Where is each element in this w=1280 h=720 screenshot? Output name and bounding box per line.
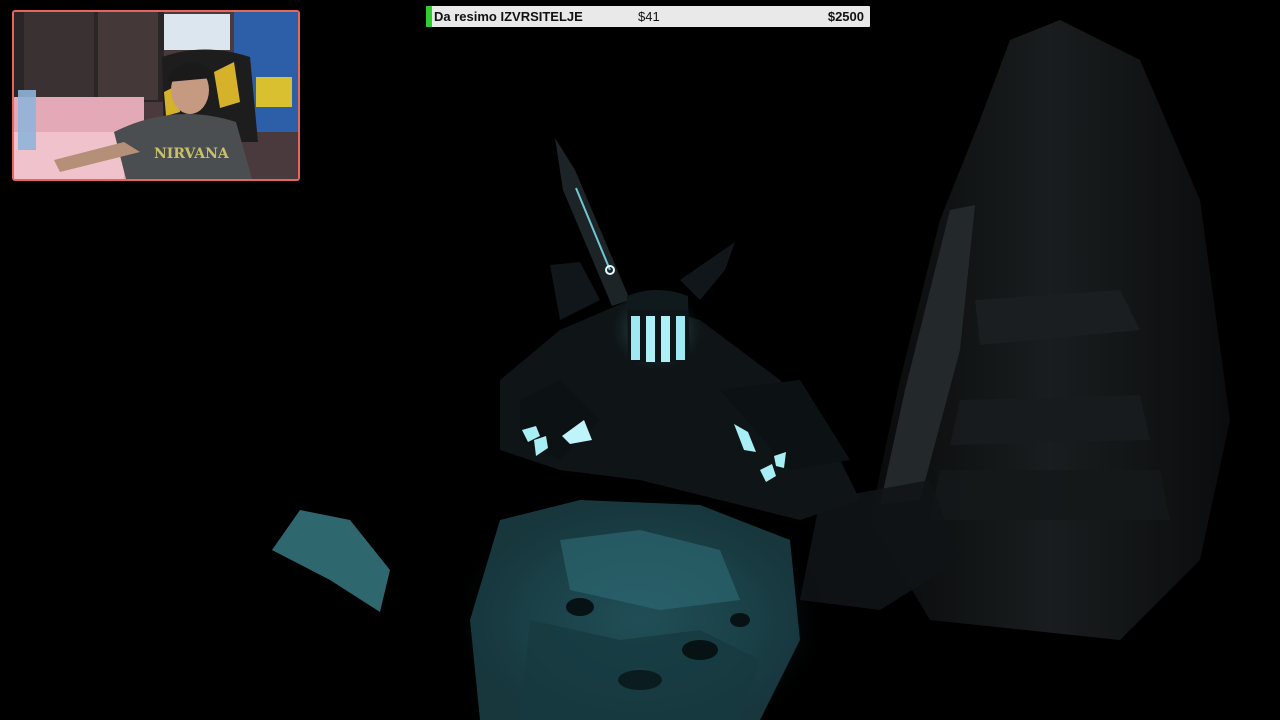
cave-wall [800, 20, 1230, 640]
webcam-feed: NIRVANA [14, 12, 298, 179]
creature [500, 242, 860, 520]
creature-head [612, 290, 702, 370]
crystal-shard [272, 510, 390, 612]
cave-floor [450, 490, 830, 720]
game-viewport: NIRVANA Da resimo IZVRSITELJE $41 $2500 [0, 0, 1280, 720]
goal-progress-fill [426, 6, 432, 27]
donation-goal-bar: Da resimo IZVRSITELJE $41 $2500 [426, 6, 870, 27]
goal-title: Da resimo IZVRSITELJE [434, 9, 583, 24]
goal-current-amount: $41 [638, 9, 660, 24]
shirt-print: NIRVANA [154, 146, 230, 162]
goal-target-amount: $2500 [827, 9, 864, 24]
webcam-overlay: NIRVANA [12, 10, 300, 181]
